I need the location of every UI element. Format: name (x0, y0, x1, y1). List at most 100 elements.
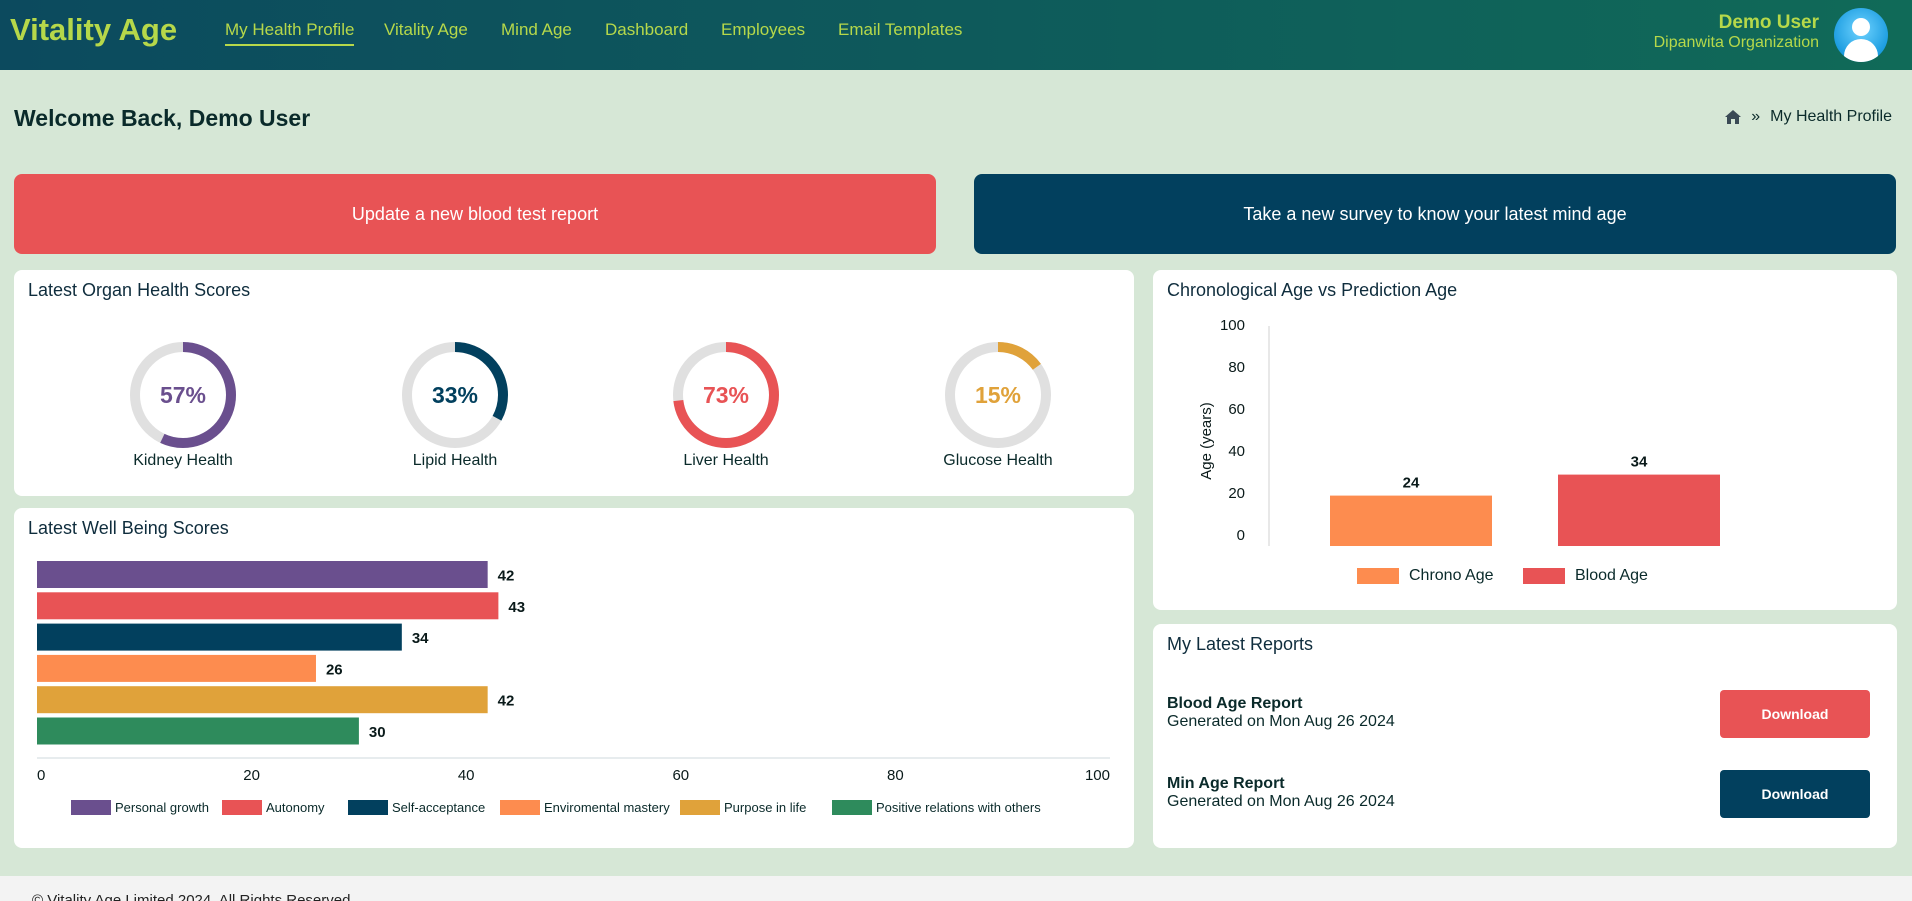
liver-health-percent: 73% (703, 382, 749, 408)
x-tick-label: 80 (887, 767, 904, 784)
bar-value-positive-relations-with-others: 30 (369, 724, 386, 741)
well-being-card: Latest Well Being Scores 42 43 34 26 42 30 0 20… (14, 508, 1134, 848)
legend-label: Enviromental mastery (544, 800, 670, 815)
well-being-chart: 42 43 34 26 42 30 0 20 40 60 80 100 (37, 561, 1110, 784)
legend-item-personal-growth[interactable]: Personal growth (71, 800, 209, 815)
organ-health-card: Latest Organ Health Scores 57% Kidney He… (14, 270, 1134, 496)
legend-label: Autonomy (266, 800, 325, 815)
liver-health-gauge: 73% Liver Health (626, 340, 826, 469)
bar-value-autonomy: 43 (508, 599, 525, 616)
legend-label: Positive relations with others (876, 800, 1041, 815)
bar-value-self-acceptance: 34 (412, 630, 429, 647)
bar-enviromental-mastery[interactable] (37, 654, 316, 682)
legend-label: Personal growth (115, 800, 209, 815)
bar-value-enviromental-mastery: 26 (326, 661, 343, 678)
user-name: Demo User (1718, 12, 1819, 33)
legend-label: Self-acceptance (392, 800, 486, 815)
legend-swatch (1523, 568, 1565, 584)
y-tick-label: 20 (1228, 485, 1245, 502)
bar-value-purpose-in-life: 42 (498, 693, 515, 710)
blood-age-report-title: Blood Age Report (1167, 695, 1303, 712)
lipid-health-donut: 33% (402, 342, 508, 448)
lipid-health-percent: 33% (432, 382, 478, 408)
legend-swatch (348, 800, 388, 815)
x-tick-label: 0 (37, 767, 45, 784)
glucose-health-gauge: 15% Glucose Health (898, 340, 1098, 469)
lipid-health-label: Lipid Health (412, 452, 498, 469)
nav-vitality-age[interactable]: Vitality Age (384, 20, 468, 40)
footer: © Vitality Age Limited 2024. All Rights … (0, 876, 1912, 901)
update-blood-test-button[interactable]: Update a new blood test report (14, 174, 936, 254)
legend-label: Purpose in life (724, 800, 807, 815)
nav-mind-age[interactable]: Mind Age (501, 20, 572, 40)
footer-copyright: © Vitality Age Limited 2024. All Rights … (32, 892, 355, 901)
legend-swatch (222, 800, 262, 815)
bar-autonomy[interactable] (37, 592, 499, 620)
bar-value-personal-growth: 42 (498, 568, 515, 585)
organ-health-title: Latest Organ Health Scores (28, 280, 251, 300)
bar-value-chrono-age: 24 (1403, 475, 1420, 492)
bar-blood-age[interactable] (1558, 474, 1720, 546)
x-tick-label: 100 (1085, 767, 1110, 784)
legend-swatch (680, 800, 720, 815)
y-tick-label: 40 (1228, 443, 1245, 460)
kidney-health-donut: 57% (130, 342, 236, 448)
blood-age-report-date: Generated on Mon Aug 26 2024 (1167, 713, 1395, 730)
legend-item-autonomy[interactable]: Autonomy (222, 800, 325, 815)
min-age-report-date: Generated on Mon Aug 26 2024 (1167, 793, 1395, 810)
top-navbar: Vitality Age My Health Profile Vitality … (0, 0, 1912, 70)
kidney-health-gauge: 57% Kidney Health (83, 340, 283, 469)
reports-card: My Latest Reports Blood Age Report Gener… (1153, 624, 1897, 848)
y-tick-label: 0 (1237, 527, 1245, 544)
home-icon[interactable] (1725, 110, 1742, 124)
avatar-head (1852, 18, 1870, 36)
nav-my-health-profile[interactable]: My Health Profile (225, 20, 355, 46)
y-tick-label: 80 (1228, 359, 1245, 376)
lipid-health-gauge: 33% Lipid Health (355, 340, 555, 469)
take-survey-button[interactable]: Take a new survey to know your latest mi… (974, 174, 1896, 254)
min-age-report-title: Min Age Report (1167, 775, 1285, 792)
brand-logo[interactable]: Vitality Age (10, 12, 177, 48)
breadcrumb-current: My Health Profile (1770, 108, 1892, 125)
legend-label: Blood Age (1575, 567, 1648, 584)
legend-item-enviromental-mastery[interactable]: Enviromental mastery (500, 800, 670, 815)
user-organization: Dipanwita Organization (1653, 34, 1819, 51)
legend-label: Chrono Age (1409, 567, 1494, 584)
bar-personal-growth[interactable] (37, 561, 488, 588)
bar-purpose-in-life[interactable] (37, 686, 488, 714)
download-min-age-report-button[interactable]: Download (1720, 770, 1870, 818)
nav-employees[interactable]: Employees (721, 20, 805, 40)
legend-swatch (832, 800, 872, 815)
reports-title: My Latest Reports (1167, 634, 1314, 654)
glucose-health-percent: 15% (975, 382, 1021, 408)
legend-item-self-acceptance[interactable]: Self-acceptance (348, 800, 485, 815)
x-tick-label: 40 (458, 767, 475, 784)
age-chart-card: Chronological Age vs Prediction Age 0 20 4… (1153, 270, 1897, 610)
legend-swatch (71, 800, 111, 815)
page-title: Welcome Back, Demo User (14, 105, 311, 131)
legend-item-purpose-in-life[interactable]: Purpose in life (680, 800, 806, 815)
legend-item-chrono-age[interactable]: Chrono Age (1357, 567, 1494, 585)
breadcrumb: » My Health Profile (1725, 108, 1892, 126)
y-tick-label: 100 (1220, 317, 1245, 334)
avatar-body (1844, 39, 1878, 62)
y-axis-label: Age (years) (1198, 402, 1215, 480)
x-tick-label: 60 (672, 767, 689, 784)
liver-health-donut: 73% (673, 342, 779, 448)
legend-swatch (500, 800, 540, 815)
avatar[interactable] (1834, 8, 1888, 62)
legend-item-positive-relations-with-others[interactable]: Positive relations with others (832, 800, 1041, 815)
legend-item-blood-age[interactable]: Blood Age (1523, 567, 1648, 585)
bar-chrono-age[interactable] (1330, 495, 1492, 546)
breadcrumb-separator: » (1751, 108, 1761, 125)
nav-email-templates[interactable]: Email Templates (838, 20, 962, 40)
x-tick-label: 20 (243, 767, 260, 784)
bar-positive-relations-with-others[interactable] (37, 717, 359, 745)
legend-swatch (1357, 568, 1399, 584)
bar-self-acceptance[interactable] (37, 623, 402, 651)
download-blood-age-report-button[interactable]: Download (1720, 690, 1870, 738)
nav-dashboard[interactable]: Dashboard (605, 20, 688, 40)
y-tick-label: 60 (1228, 401, 1245, 418)
bar-value-blood-age: 34 (1631, 454, 1648, 471)
glucose-health-label: Glucose Health (943, 452, 1053, 469)
